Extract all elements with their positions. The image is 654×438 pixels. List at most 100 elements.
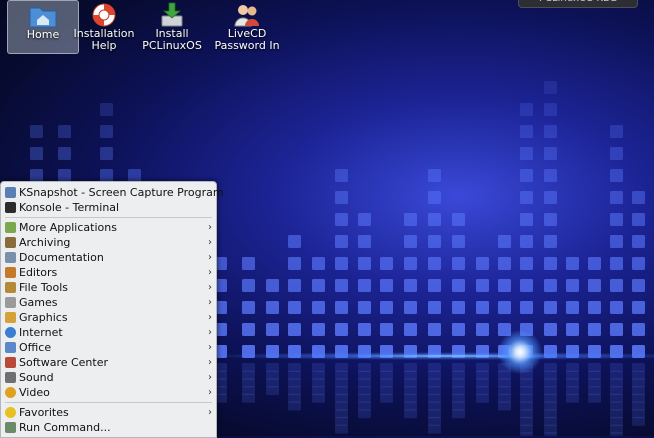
menu-item-games[interactable]: Games › bbox=[1, 295, 216, 310]
menu-item-archiving[interactable]: Archiving › bbox=[1, 235, 216, 250]
wallpaper-tile bbox=[520, 279, 533, 292]
menu-item-label: Games bbox=[19, 296, 58, 309]
wallpaper-tile-reflection bbox=[566, 378, 579, 388]
wallpaper-tile-reflection bbox=[566, 393, 579, 403]
wallpaper-tile-reflection bbox=[588, 393, 601, 403]
wallpaper-tile-reflection bbox=[242, 363, 255, 372]
wallpaper-tile-reflection bbox=[266, 378, 279, 388]
wallpaper-tile bbox=[632, 279, 645, 292]
menu-item-video[interactable]: Video › bbox=[1, 385, 216, 400]
wallpaper-tile bbox=[312, 323, 325, 336]
wallpaper-tile-reflection bbox=[632, 378, 645, 388]
menu-item-konsole[interactable]: Konsole - Terminal bbox=[1, 200, 216, 215]
menu-item-label: Konsole - Terminal bbox=[19, 201, 120, 214]
wallpaper-tile bbox=[358, 213, 371, 226]
wallpaper-tile-reflection bbox=[404, 378, 417, 388]
wallpaper-tile bbox=[544, 235, 557, 248]
panel-widget-hint[interactable]: PCLinuxOS KDE bbox=[518, 0, 638, 8]
lifebuoy-icon bbox=[92, 3, 116, 27]
menu-item-label: Editors bbox=[19, 266, 58, 279]
chevron-right-icon: › bbox=[208, 387, 212, 398]
chevron-right-icon: › bbox=[208, 297, 212, 308]
wallpaper-tile-reflection bbox=[610, 386, 623, 396]
wallpaper-tile bbox=[335, 323, 348, 336]
wallpaper-tile bbox=[242, 279, 255, 292]
menu-item-documentation[interactable]: Documentation › bbox=[1, 250, 216, 265]
wallpaper-tile-reflection bbox=[452, 401, 465, 411]
desktop-icon-installation-help[interactable]: Installation Help bbox=[69, 0, 139, 52]
wallpaper-tile bbox=[632, 257, 645, 270]
desktop-icon-label: Home bbox=[26, 28, 60, 41]
menu-item-run-command[interactable]: Run Command... bbox=[1, 420, 216, 435]
wallpaper-tile bbox=[404, 301, 417, 314]
wallpaper-tile-reflection bbox=[476, 378, 489, 388]
menu-item-file-tools[interactable]: File Tools › bbox=[1, 280, 216, 295]
wallpaper-tile bbox=[544, 81, 557, 94]
wallpaper-tile-reflection bbox=[452, 378, 465, 388]
wallpaper-tile-reflection bbox=[544, 401, 557, 411]
wallpaper-tile-reflection bbox=[498, 378, 511, 388]
wallpaper-tile-reflection bbox=[288, 378, 301, 388]
wallpaper-tile bbox=[520, 257, 533, 270]
wallpaper-tile-reflection bbox=[428, 363, 441, 372]
wallpaper-tile bbox=[358, 323, 371, 336]
desktop-icon-livecd-password[interactable]: LiveCD Password In bbox=[212, 0, 282, 52]
wallpaper-tile-reflection bbox=[404, 386, 417, 396]
wallpaper-tile bbox=[452, 213, 465, 226]
menu-item-editors[interactable]: Editors › bbox=[1, 265, 216, 280]
wallpaper-tile bbox=[498, 301, 511, 314]
menu-item-internet[interactable]: Internet › bbox=[1, 325, 216, 340]
wallpaper-tile-reflection bbox=[358, 370, 371, 380]
menu-item-more-applications[interactable]: More Applications › bbox=[1, 220, 216, 235]
camera-icon bbox=[5, 187, 16, 198]
wallpaper-tile-reflection bbox=[632, 416, 645, 426]
wallpaper-tile-reflection bbox=[588, 363, 601, 372]
wallpaper-tile-reflection bbox=[312, 370, 325, 380]
desktop-icon-install-pclinuxos[interactable]: Install PCLinuxOS bbox=[137, 0, 207, 52]
menu-item-office[interactable]: Office › bbox=[1, 340, 216, 355]
menu-item-label: Archiving bbox=[19, 236, 71, 249]
wallpaper-tile-reflection bbox=[335, 409, 348, 419]
menu-item-favorites[interactable]: Favorites › bbox=[1, 405, 216, 420]
wallpaper-tile bbox=[100, 147, 113, 160]
wallpaper-tile bbox=[632, 213, 645, 226]
wallpaper-tile bbox=[544, 169, 557, 182]
wallpaper-tile-reflection bbox=[544, 386, 557, 396]
wallpaper-tile-reflection bbox=[544, 363, 557, 372]
wallpaper-tile-reflection bbox=[544, 432, 557, 436]
wallpaper-tile bbox=[544, 323, 557, 336]
wallpaper-tile-reflection bbox=[632, 401, 645, 411]
wallpaper-tile-reflection bbox=[610, 378, 623, 388]
run-command-icon bbox=[5, 422, 16, 433]
wallpaper-tile bbox=[544, 191, 557, 204]
menu-item-ksnapshot[interactable]: KSnapshot - Screen Capture Program bbox=[1, 185, 224, 200]
wallpaper-tile bbox=[476, 279, 489, 292]
wallpaper-tile-reflection bbox=[520, 409, 533, 419]
wallpaper-tile bbox=[632, 301, 645, 314]
wallpaper-tile-reflection bbox=[566, 363, 579, 372]
menu-item-sound[interactable]: Sound › bbox=[1, 370, 216, 385]
wallpaper-tile-reflection bbox=[335, 370, 348, 380]
wallpaper-tile-reflection bbox=[358, 409, 371, 419]
wallpaper-tile-reflection bbox=[312, 393, 325, 403]
menu-item-graphics[interactable]: Graphics › bbox=[1, 310, 216, 325]
chevron-right-icon: › bbox=[208, 372, 212, 383]
wallpaper-tile-reflection bbox=[520, 378, 533, 388]
wallpaper-tile-reflection bbox=[520, 424, 533, 434]
internet-icon bbox=[5, 327, 16, 338]
wallpaper-tile-reflection bbox=[610, 432, 623, 436]
wallpaper-tile bbox=[588, 279, 601, 292]
wallpaper-tile-reflection bbox=[520, 432, 533, 436]
wallpaper-tile bbox=[358, 235, 371, 248]
wallpaper-tile-reflection bbox=[380, 363, 393, 372]
wallpaper-tile bbox=[452, 257, 465, 270]
wallpaper-tile bbox=[404, 257, 417, 270]
wallpaper-tile bbox=[520, 235, 533, 248]
wallpaper-tile-reflection bbox=[266, 386, 279, 396]
menu-item-software-center[interactable]: Software Center › bbox=[1, 355, 216, 370]
wallpaper-tile-reflection bbox=[358, 363, 371, 372]
application-menu: KSnapshot - Screen Capture Program Konso… bbox=[0, 181, 224, 438]
wallpaper-tile-reflection bbox=[242, 393, 255, 403]
wallpaper-tile bbox=[335, 301, 348, 314]
wallpaper-tile bbox=[588, 323, 601, 336]
